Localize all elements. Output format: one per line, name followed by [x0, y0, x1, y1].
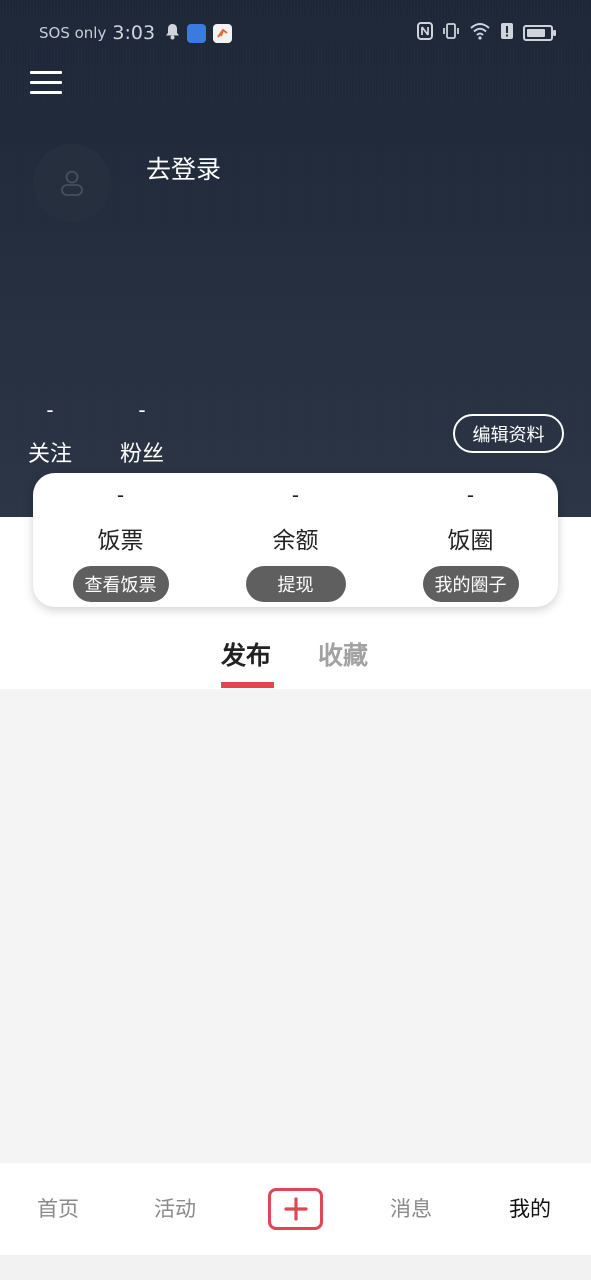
active-tab-indicator — [221, 682, 274, 688]
follow-count: - — [46, 398, 54, 422]
carrier-text: SOS only — [39, 24, 107, 42]
battery-icon — [523, 25, 556, 41]
balance-amount: - — [291, 483, 300, 507]
user-icon — [61, 170, 83, 196]
avatar[interactable] — [33, 144, 111, 222]
nfc-icon — [417, 22, 433, 44]
balance-section: - 余额 提现 — [208, 473, 383, 607]
wifi-icon — [469, 22, 491, 44]
nav-mine[interactable]: 我的 — [509, 1193, 551, 1223]
menu-icon[interactable] — [30, 71, 62, 97]
system-nav-area — [0, 1255, 591, 1280]
circle-count: - — [466, 483, 475, 507]
balance-label: 余额 — [272, 528, 319, 554]
follow-stat[interactable]: - 关注 — [24, 398, 76, 468]
plus-box-icon[interactable] — [268, 1188, 323, 1230]
app-notification-icon — [213, 23, 233, 43]
fans-label: 粉丝 — [119, 442, 164, 467]
nav-home[interactable]: 首页 — [37, 1193, 79, 1223]
meal-ticket-label: 饭票 — [97, 528, 144, 554]
meal-ticket-section: - 饭票 查看饭票 — [33, 473, 208, 607]
fans-stat[interactable]: - 粉丝 — [116, 398, 168, 468]
follow-label: 关注 — [27, 442, 72, 467]
signal-alert-icon — [500, 22, 514, 44]
app-notification-icon — [187, 23, 207, 43]
clock-time: 3:03 — [112, 22, 156, 44]
circle-label: 饭圈 — [447, 528, 494, 554]
meal-ticket-count: - — [116, 483, 125, 507]
bell-icon — [165, 23, 180, 44]
status-bar: SOS only 3:03 — [0, 0, 591, 66]
bottom-navigation: 首页 活动 消息 我的 — [0, 1163, 591, 1255]
nav-messages[interactable]: 消息 — [390, 1193, 432, 1223]
wallet-card: - 饭票 查看饭票 - 余额 提现 - 饭圈 我的圈子 — [33, 473, 558, 607]
edit-profile-button[interactable]: 编辑资料 — [453, 414, 564, 453]
my-circles-button[interactable]: 我的圈子 — [422, 566, 519, 602]
withdraw-button[interactable]: 提现 — [245, 566, 346, 602]
tab-favorites[interactable]: 收藏 — [318, 636, 368, 690]
fans-count: - — [138, 398, 146, 422]
view-meal-tickets-button[interactable]: 查看饭票 — [72, 566, 169, 602]
vibrate-icon — [442, 22, 460, 44]
login-link[interactable]: 去登录 — [146, 150, 221, 186]
nav-activity[interactable]: 活动 — [154, 1193, 196, 1223]
content-tabs: 发布 收藏 — [0, 636, 591, 690]
circle-section: - 饭圈 我的圈子 — [383, 473, 558, 607]
